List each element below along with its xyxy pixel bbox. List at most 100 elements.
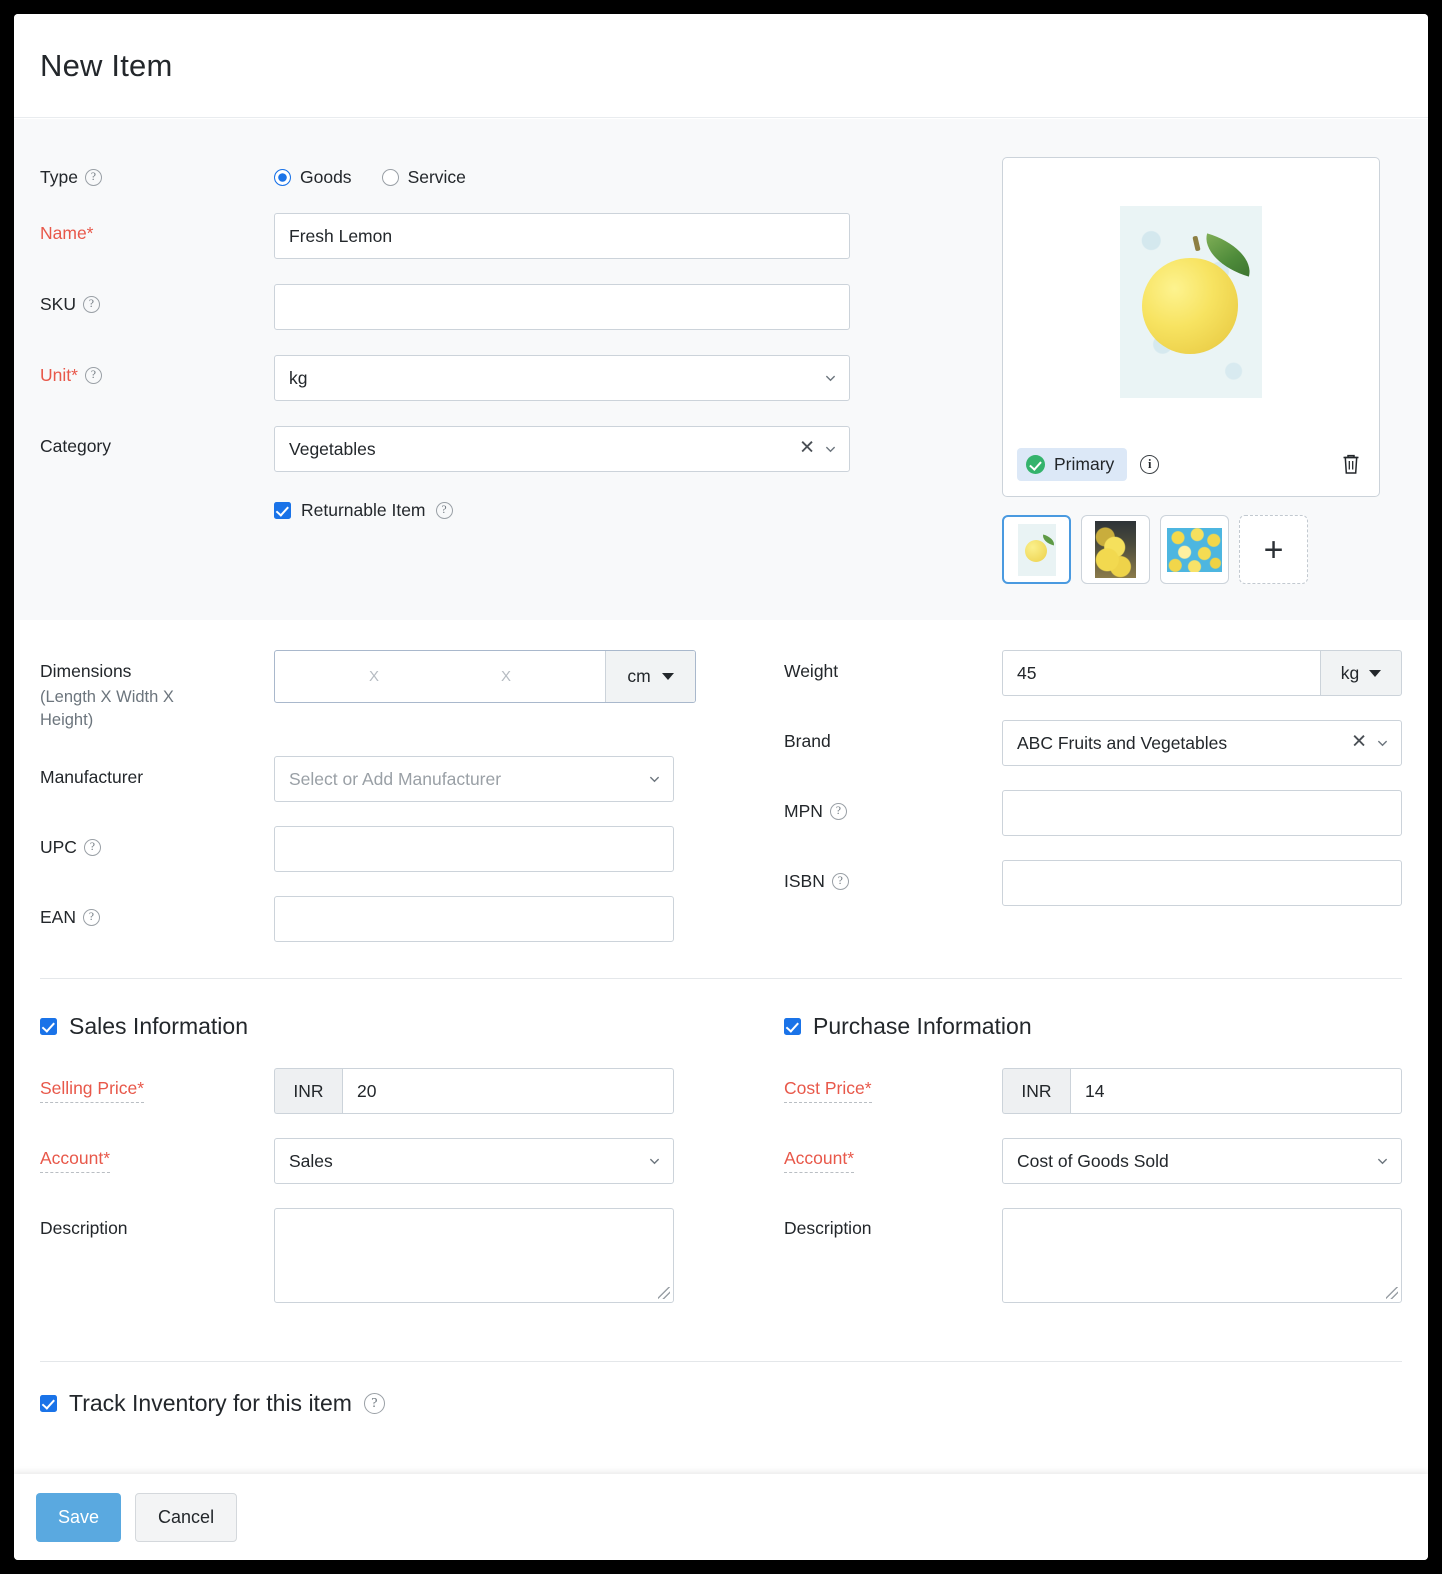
clear-icon[interactable]: ✕	[1351, 733, 1367, 752]
ean-input[interactable]	[274, 896, 674, 943]
dimensions-input-group[interactable]: X X cm	[274, 650, 696, 703]
purchase-information-checkbox[interactable]	[784, 1018, 801, 1036]
caret-down-icon	[661, 673, 674, 680]
track-inventory-row[interactable]: Track Inventory for this item ?	[14, 1362, 1428, 1417]
dimension-length-input[interactable]	[275, 651, 341, 702]
sales-account-select[interactable]: Sales	[274, 1138, 674, 1185]
field-type: Type ? Goods Service	[40, 157, 980, 188]
manufacturer-select[interactable]: Select or Add Manufacturer	[274, 756, 674, 803]
dimension-unit-select[interactable]: cm	[605, 651, 695, 702]
thumbnail-2[interactable]	[1081, 515, 1150, 584]
sales-description-label: Description	[40, 1218, 128, 1239]
help-icon[interactable]: ?	[363, 1393, 385, 1415]
weight-input[interactable]: 45	[1002, 650, 1320, 696]
cancel-button[interactable]: Cancel	[135, 1492, 238, 1542]
lemon-body	[1142, 258, 1238, 354]
dialog-header: New Item	[14, 14, 1428, 118]
type-radio-group: Goods Service	[274, 157, 980, 188]
sku-label: SKU ?	[40, 284, 274, 315]
weight-unit-select[interactable]: kg	[1320, 650, 1402, 696]
help-icon[interactable]: ?	[84, 169, 102, 186]
radio-goods[interactable]: Goods	[274, 167, 352, 188]
field-brand: Brand ABC Fruits and Vegetables ✕	[784, 720, 1402, 766]
cost-price-group: INR 14	[1002, 1068, 1402, 1115]
brand-select[interactable]: ABC Fruits and Vegetables ✕	[1002, 720, 1402, 766]
radio-goods-dot[interactable]	[274, 169, 291, 186]
chevron-down-icon	[1377, 740, 1388, 747]
help-icon[interactable]: ?	[82, 909, 100, 927]
sales-purchase-section: Sales Information Selling Price* INR 20	[14, 979, 1428, 1327]
isbn-label: ISBN ?	[784, 860, 1002, 892]
save-button[interactable]: Save	[36, 1492, 122, 1542]
dimension-height-input[interactable]	[539, 651, 605, 702]
purchase-information-heading: Purchase Information	[813, 1013, 1032, 1040]
sales-information-header[interactable]: Sales Information	[40, 1013, 784, 1040]
item-details-section: Dimensions (Length X Width X Height) X X…	[14, 620, 1428, 967]
help-icon[interactable]: ?	[435, 502, 453, 519]
check-circle-icon	[1026, 454, 1045, 474]
sales-information-heading: Sales Information	[69, 1013, 248, 1040]
purchase-account-select[interactable]: Cost of Goods Sold	[1002, 1138, 1402, 1185]
category-select[interactable]: Vegetables ✕	[274, 426, 850, 472]
field-returnable: Returnable Item ?	[40, 497, 980, 521]
returnable-checkbox-row[interactable]: Returnable Item ?	[274, 500, 980, 521]
ean-label: EAN ?	[40, 896, 274, 928]
returnable-checkbox[interactable]	[274, 502, 291, 519]
field-purchase-account: Account* Cost of Goods Sold	[784, 1138, 1402, 1185]
selling-price-label: Selling Price*	[40, 1068, 274, 1104]
cost-price-label: Cost Price*	[784, 1068, 1002, 1104]
thumbnail-2-image	[1095, 521, 1136, 578]
help-icon[interactable]: ?	[82, 296, 100, 313]
track-inventory-checkbox[interactable]	[40, 1395, 57, 1413]
field-dimensions: Dimensions (Length X Width X Height) X X…	[40, 650, 784, 732]
radio-service-dot[interactable]	[381, 169, 399, 186]
details-right-column: Weight 45 kg Brand ABC Fruits and Vegeta…	[784, 650, 1402, 966]
field-unit: Unit* ? kg	[40, 355, 980, 401]
field-mpn: MPN ?	[784, 790, 1402, 836]
manufacturer-placeholder: Select or Add Manufacturer	[289, 769, 502, 790]
sales-information-checkbox[interactable]	[40, 1018, 57, 1036]
details-left-column: Dimensions (Length X Width X Height) X X…	[40, 650, 784, 966]
help-icon[interactable]: ?	[831, 873, 849, 890]
field-cost-price: Cost Price* INR 14	[784, 1068, 1402, 1115]
cost-price-currency: INR	[1002, 1068, 1070, 1115]
info-icon[interactable]: i	[1140, 454, 1160, 474]
new-item-dialog: New Item Type ? Goods Service Name* Fres…	[14, 14, 1428, 1560]
name-label: Name*	[40, 223, 94, 243]
dialog-footer: Save Cancel	[14, 1474, 1428, 1560]
thumbnail-3[interactable]	[1160, 515, 1229, 584]
selling-price-group: INR 20	[274, 1068, 674, 1115]
upc-input[interactable]	[274, 826, 674, 873]
radio-service[interactable]: Service	[381, 167, 466, 188]
help-icon[interactable]: ?	[829, 803, 847, 820]
chevron-down-icon	[649, 776, 660, 783]
brand-label: Brand	[784, 731, 831, 751]
name-input[interactable]: Fresh Lemon	[274, 213, 850, 259]
help-icon[interactable]: ?	[83, 839, 101, 857]
sku-input[interactable]	[274, 284, 850, 330]
sales-description-textarea[interactable]	[274, 1208, 674, 1304]
basic-info-section: Type ? Goods Service Name* Fresh Lemon S…	[14, 119, 1428, 620]
field-sales-description: Description	[40, 1208, 784, 1304]
isbn-input[interactable]	[1002, 860, 1402, 906]
dimension-width-input[interactable]	[407, 651, 473, 702]
trash-icon[interactable]	[1341, 453, 1361, 475]
field-ean: EAN ?	[40, 896, 784, 943]
field-name: Name* Fresh Lemon	[40, 213, 980, 259]
purchase-description-textarea[interactable]	[1002, 1208, 1402, 1304]
field-sku: SKU ?	[40, 284, 980, 330]
mpn-input[interactable]	[1002, 790, 1402, 836]
thumbnail-1[interactable]	[1002, 515, 1071, 584]
unit-select[interactable]: kg	[274, 355, 850, 401]
dimension-sep-2: X	[500, 668, 511, 685]
add-image-button[interactable]: +	[1239, 515, 1308, 584]
plus-icon: +	[1263, 530, 1284, 569]
help-icon[interactable]: ?	[84, 367, 102, 384]
primary-badge-label: Primary	[1054, 453, 1115, 474]
purchase-information-header[interactable]: Purchase Information	[784, 1013, 1402, 1040]
clear-icon[interactable]: ✕	[799, 439, 815, 458]
selling-price-input[interactable]: 20	[342, 1068, 674, 1115]
brand-value: ABC Fruits and Vegetables	[1017, 733, 1228, 753]
cost-price-input[interactable]: 14	[1070, 1068, 1402, 1115]
caret-down-icon	[1369, 669, 1382, 677]
